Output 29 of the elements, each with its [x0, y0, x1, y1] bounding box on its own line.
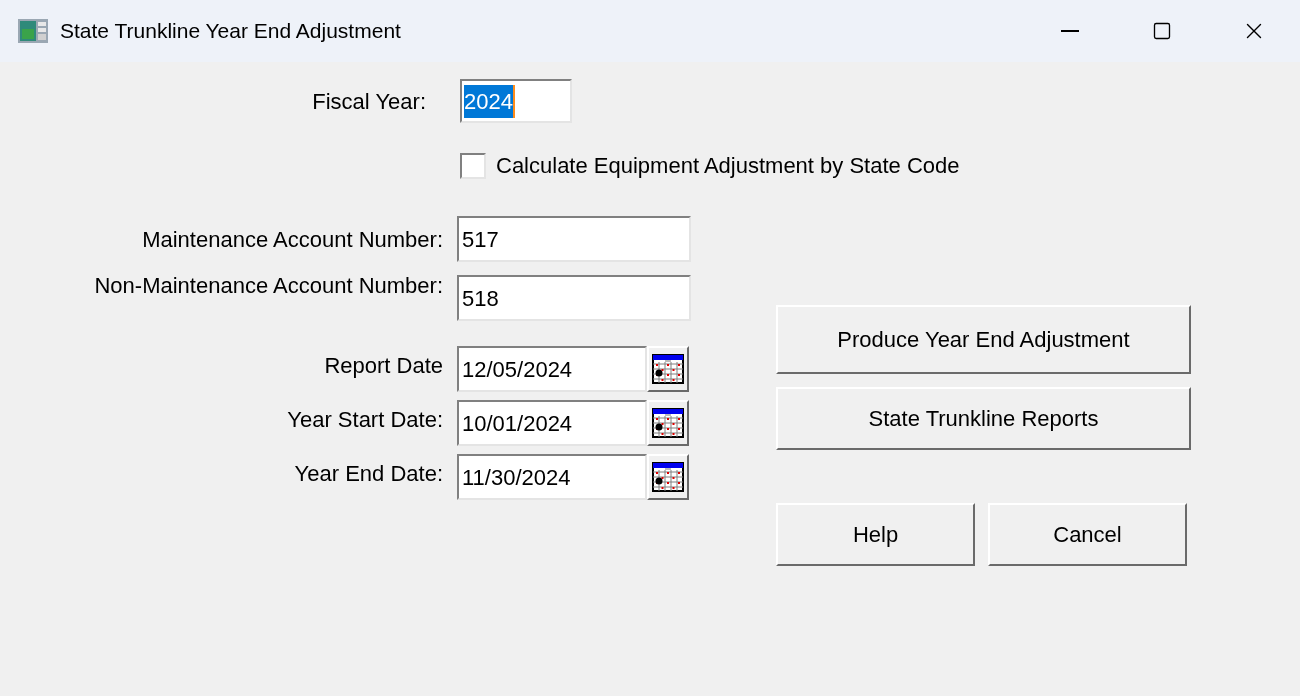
field-label: Year End Date: — [293, 459, 443, 488]
checkbox[interactable] — [460, 152, 486, 179]
field-label: Fiscal Year: — [311, 87, 426, 116]
calendar-button[interactable] — [647, 454, 689, 500]
date-field[interactable]: 11/30/2024 — [457, 454, 647, 500]
produce-button[interactable]: Produce Year End Adjustment — [776, 305, 1191, 374]
reports-button[interactable]: State Trunkline Reports — [776, 387, 1191, 450]
calendar-button[interactable] — [647, 400, 689, 446]
window-title: State Trunkline Year End Adjustment — [60, 18, 401, 45]
maximize-icon — [1152, 21, 1172, 41]
calendar-icon — [652, 462, 684, 492]
date-field[interactable]: 12/05/2024 — [457, 346, 647, 392]
field-label: Report Date — [323, 351, 443, 380]
calendar-button[interactable] — [647, 346, 689, 392]
field-label: Year Start Date: — [286, 405, 443, 434]
calendar-icon — [652, 408, 684, 438]
fiscal-year-field[interactable]: 2024 — [460, 79, 572, 123]
calendar-icon — [652, 354, 684, 384]
field-label: Maintenance Account Number: — [141, 225, 443, 254]
input-field[interactable]: 518 — [457, 275, 691, 321]
app-icon — [18, 19, 48, 43]
input-field[interactable]: 517 — [457, 216, 691, 262]
field-value: 2024 — [464, 84, 515, 118]
help-button[interactable]: Help — [776, 503, 975, 566]
cancel-button[interactable]: Cancel — [988, 503, 1187, 566]
date-field[interactable]: 10/01/2024 — [457, 400, 647, 446]
field-label: Non-Maintenance Account Number: — [93, 272, 443, 300]
checkbox-label: Calculate Equipment Adjustment by State Code — [496, 152, 960, 180]
minimize-icon — [1061, 30, 1079, 32]
